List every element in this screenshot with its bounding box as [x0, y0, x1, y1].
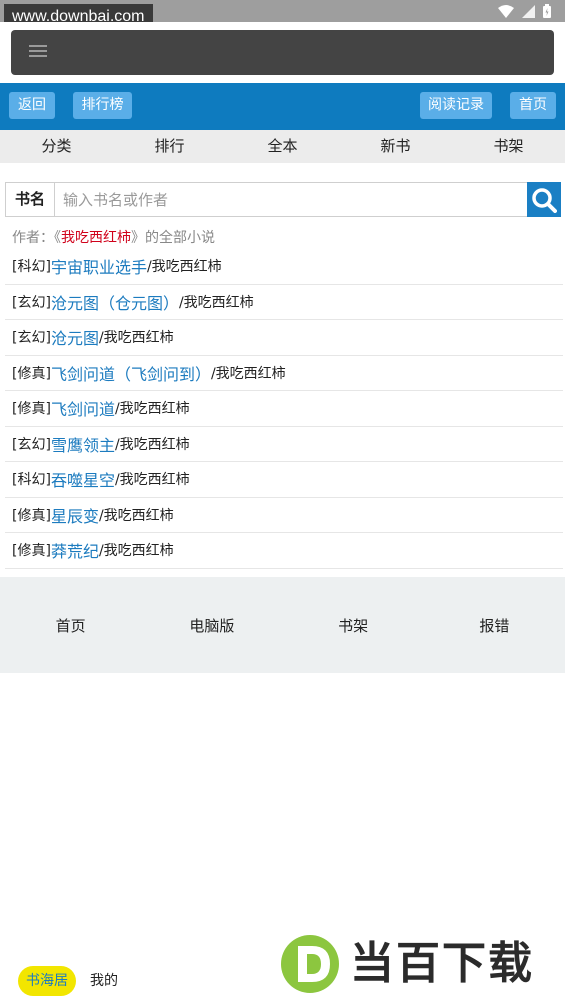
footer-nav: 首页 电脑版 书架 报错 [0, 577, 565, 673]
list-item: [修真] 飞剑问道/我吃西红柿 [5, 391, 563, 427]
book-genre: [修真] [12, 365, 51, 382]
list-item: [科幻] 吞噬星空/我吃西红柿 [5, 462, 563, 498]
book-author: /我吃西红柿 [98, 330, 174, 347]
book-genre: [玄幻] [12, 436, 51, 453]
author-suffix: 》的全部小说 [131, 230, 215, 246]
category-tab-new[interactable]: 新书 [339, 130, 452, 163]
list-item: [修真] 莽荒纪/我吃西红柿 [5, 533, 563, 569]
list-item: [修真] 飞剑问道（飞剑问到）/我吃西红柿 [5, 356, 563, 391]
list-item: [玄幻] 雪鹰领主/我吃西红柿 [5, 427, 563, 462]
search-type-label[interactable]: 书名 [6, 183, 55, 216]
tab-bookstore[interactable]: 书海居 [18, 966, 76, 996]
book-author: /我吃西红柿 [114, 472, 190, 489]
ranking-button[interactable]: 排行榜 [73, 92, 132, 119]
book-genre: [科幻] [12, 472, 51, 489]
author-prefix: 作者：《 [12, 230, 61, 246]
top-bar [11, 30, 554, 75]
book-author: /我吃西红柿 [210, 365, 286, 382]
home-button[interactable]: 首页 [510, 92, 556, 119]
book-title-link[interactable]: 飞剑问道 [51, 396, 115, 420]
category-tab-complete[interactable]: 全本 [226, 130, 339, 163]
book-title-link[interactable]: 宇宙职业选手 [51, 254, 147, 278]
book-list: [科幻] 宇宙职业选手/我吃西红柿 [玄幻] 沧元图（仓元图）/我吃西红柿 [玄幻]… [5, 249, 563, 569]
book-title-link[interactable]: 吞噬星空 [51, 467, 115, 491]
book-title-link[interactable]: 莽荒纪 [51, 538, 99, 562]
search-button[interactable] [527, 182, 561, 217]
footer-report-link[interactable]: 报错 [424, 615, 565, 636]
book-genre: [玄幻] [12, 330, 51, 347]
search-input[interactable] [55, 183, 527, 216]
book-genre: [玄幻] [12, 294, 51, 311]
category-bar: 分类 排行 全本 新书 书架 [0, 130, 565, 163]
tab-mine[interactable]: 我的 [90, 966, 118, 996]
wifi-icon [498, 4, 514, 18]
reading-history-button[interactable]: 阅读记录 [420, 92, 492, 119]
book-author: /我吃西红柿 [114, 401, 190, 418]
book-title-link[interactable]: 飞剑问道（飞剑问到） [51, 361, 211, 385]
category-tab-bookshelf[interactable]: 书架 [452, 130, 565, 163]
category-tab-classify[interactable]: 分类 [0, 130, 113, 163]
book-genre: [修真] [12, 401, 51, 418]
book-genre: [修真] [12, 543, 51, 560]
category-tab-ranking[interactable]: 排行 [113, 130, 226, 163]
book-author: /我吃西红柿 [98, 507, 174, 524]
book-title-link[interactable]: 沧元图（仓元图） [51, 290, 179, 314]
signal-icon [522, 4, 535, 18]
book-author: /我吃西红柿 [114, 436, 190, 453]
list-item: [科幻] 宇宙职业选手/我吃西红柿 [5, 249, 563, 285]
list-item: [玄幻] 沧元图/我吃西红柿 [5, 320, 563, 356]
footer-bookshelf-link[interactable]: 书架 [283, 615, 424, 636]
search-bar: 书名 [5, 182, 561, 217]
top-bar-container [0, 22, 565, 83]
footer-desktop-link[interactable]: 电脑版 [141, 615, 282, 636]
nav-bar: 返回 排行榜 阅读记录 首页 [0, 83, 565, 130]
book-title-link[interactable]: 星辰变 [51, 503, 99, 527]
book-title-link[interactable]: 沧元图 [51, 325, 99, 349]
list-item: [修真] 星辰变/我吃西红柿 [5, 498, 563, 533]
list-item: [玄幻] 沧元图（仓元图）/我吃西红柿 [5, 285, 563, 320]
author-name-link[interactable]: 我吃西红柿 [61, 230, 131, 246]
book-author: /我吃西红柿 [98, 543, 174, 560]
book-author: /我吃西红柿 [178, 294, 254, 311]
book-author: /我吃西红柿 [146, 259, 222, 276]
menu-icon[interactable] [29, 45, 47, 59]
book-title-link[interactable]: 雪鹰领主 [51, 432, 115, 456]
battery-icon [543, 4, 551, 18]
author-heading: 作者：《我吃西红柿》的全部小说 [12, 228, 215, 248]
footer-home-link[interactable]: 首页 [0, 615, 141, 636]
bottom-tab-bar: 书海居 我的 [0, 960, 565, 1004]
search-icon [532, 187, 557, 213]
status-icons [498, 4, 551, 18]
book-genre: [科幻] [12, 259, 51, 276]
book-genre: [修真] [12, 507, 51, 524]
back-button[interactable]: 返回 [9, 92, 55, 119]
